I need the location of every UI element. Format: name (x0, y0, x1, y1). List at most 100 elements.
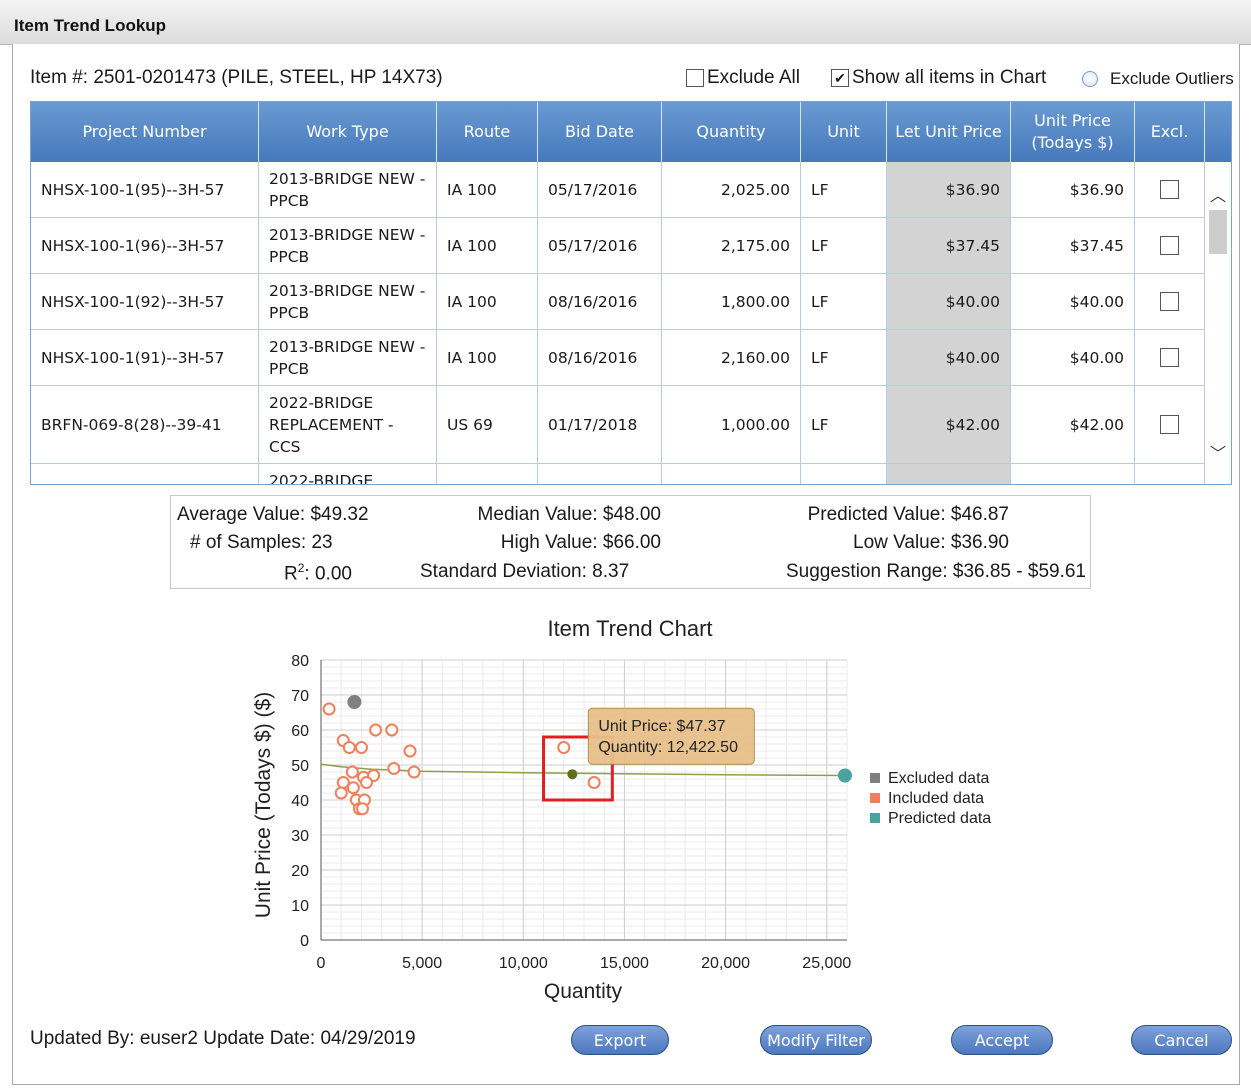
table-row[interactable]: NHSX-100-1(95)--3H-57 2013-BRIDGE NEW - … (31, 162, 1205, 218)
data-point-predicted (837, 768, 852, 783)
excl-checkbox[interactable] (1160, 180, 1179, 199)
y-tick-label: 80 (291, 653, 309, 670)
chart-title: Item Trend Chart (547, 616, 712, 641)
grid-header: Project Number Work Type Route Bid Date … (31, 102, 1231, 162)
stat-range: Suggestion Range: $36.85 - $59.61 (785, 561, 1086, 582)
excl-checkbox[interactable] (1160, 292, 1179, 311)
cell-route: IA 100 (437, 330, 538, 385)
cell-excl (1135, 162, 1205, 217)
cell-excl (1135, 386, 1205, 463)
table-row-partial[interactable]: 2022-BRIDGE (31, 464, 1205, 484)
data-point-included (345, 765, 359, 779)
cell-let-price: $36.90 (887, 162, 1011, 217)
col-route[interactable]: Route (437, 102, 538, 162)
data-point-included (342, 741, 356, 754)
stat-high: High Value: $66.00 (500, 532, 661, 553)
table-row[interactable]: NHSX-100-1(92)--3H-57 2013-BRIDGE NEW - … (31, 274, 1205, 330)
col-excl[interactable]: Excl. (1135, 102, 1205, 162)
col-unit[interactable]: Unit (801, 102, 887, 162)
stat-samples: # of Samples: 23 (190, 532, 333, 553)
col-bid-date[interactable]: Bid Date (538, 102, 662, 162)
data-point-included (407, 765, 421, 779)
cell-unit-price: $42.00 (1011, 386, 1135, 463)
col-project-number[interactable]: Project Number (31, 102, 259, 162)
window-title: Item Trend Lookup (14, 16, 167, 35)
exclude-all-checkbox[interactable]: Exclude All (686, 67, 800, 89)
cell-quantity: 1,800.00 (662, 274, 801, 329)
cell-project: NHSX-100-1(92)--3H-57 (31, 274, 259, 329)
cell-route (437, 464, 538, 484)
cell-bid-date: 08/16/2016 (538, 274, 662, 329)
table-row[interactable]: BRFN-069-8(28)--39-41 2022-BRIDGE REPLAC… (31, 386, 1205, 464)
exclude-outliers-label: Exclude Outliers (1110, 69, 1234, 88)
export-button[interactable]: Export (571, 1025, 669, 1055)
data-point-included (355, 802, 369, 816)
data-point-included (403, 744, 417, 758)
r2-label: R (284, 563, 298, 585)
col-work-type[interactable]: Work Type (259, 102, 437, 162)
x-tick-label: 20,000 (701, 955, 750, 972)
r2-value: : 0.00 (304, 563, 352, 585)
cell-work-type: 2022-BRIDGE (259, 464, 437, 484)
cell-unit-price: $36.90 (1011, 162, 1135, 217)
cell-excl (1135, 330, 1205, 385)
cancel-button[interactable]: Cancel (1131, 1025, 1232, 1055)
cell-bid-date: 05/17/2016 (538, 218, 662, 273)
excl-checkbox[interactable] (1160, 415, 1179, 434)
cell-excl (1135, 274, 1205, 329)
stat-r2: R2: 0.00 (284, 561, 352, 585)
cell-unit: LF (801, 218, 887, 273)
col-unit-price-todays[interactable]: Unit Price (Todays $) (1011, 102, 1135, 162)
scroll-thumb[interactable] (1209, 210, 1227, 254)
cell-work-type: 2013-BRIDGE NEW - PPCB (259, 218, 437, 273)
scroll-down-icon[interactable]: ﹀ (1205, 440, 1231, 463)
updated-by-text: Updated By: euser2 Update Date: 04/29/20… (30, 1028, 416, 1049)
cell-work-type: 2013-BRIDGE NEW - PPCB (259, 274, 437, 329)
cell-bid-date: 01/17/2018 (538, 386, 662, 463)
excl-checkbox[interactable] (1160, 236, 1179, 255)
x-axis-title: Quantity (544, 980, 623, 1003)
tooltip-line2: Quantity: 12,422.50 (598, 739, 738, 756)
stat-predicted: Predicted Value: $46.87 (807, 504, 1009, 525)
exclude-outliers-radio-button[interactable] (1082, 71, 1098, 87)
cell-unit-price: $40.00 (1011, 330, 1135, 385)
col-quantity[interactable]: Quantity (662, 102, 801, 162)
window-titlebar: Item Trend Lookup (0, 0, 1251, 45)
excl-checkbox[interactable] (1160, 348, 1179, 367)
exclude-outliers-radio[interactable]: Exclude Outliers (1082, 69, 1234, 89)
y-axis-title: Unit Price (Todays $) ($) (252, 692, 275, 918)
data-point-excluded (347, 695, 362, 709)
cell-route: US 69 (437, 386, 538, 463)
modify-filter-button[interactable]: Modify Filter (760, 1025, 872, 1055)
y-tick-label: 10 (291, 898, 309, 915)
y-tick-label: 20 (291, 863, 309, 880)
show-all-checkbox[interactable]: ✔ Show all items in Chart (831, 67, 1046, 89)
cell-excl (1135, 218, 1205, 273)
y-tick-label: 30 (291, 828, 309, 845)
cell-project: NHSX-100-1(95)--3H-57 (31, 162, 259, 217)
cell-unit: LF (801, 386, 887, 463)
cell-let-price: $42.00 (887, 386, 1011, 463)
grid-scrollbar[interactable]: ︿ ﹀ (1205, 162, 1231, 484)
col-spacer (1205, 102, 1231, 162)
table-row[interactable]: NHSX-100-1(91)--3H-57 2013-BRIDGE NEW - … (31, 330, 1205, 386)
col-let-unit-price[interactable]: Let Unit Price (887, 102, 1011, 162)
data-point-included (322, 702, 336, 716)
legend-swatch (870, 813, 880, 823)
cell-bid-date: 05/17/2016 (538, 162, 662, 217)
show-all-box[interactable]: ✔ (831, 69, 849, 87)
accept-button[interactable]: Accept (951, 1025, 1053, 1055)
data-point-included (369, 723, 383, 737)
cell-project (31, 464, 259, 484)
scroll-up-icon[interactable]: ︿ (1205, 182, 1231, 205)
cell-work-type: 2022-BRIDGE REPLACEMENT - CCS (259, 386, 437, 463)
y-tick-label: 0 (300, 933, 309, 950)
legend-swatch (870, 773, 880, 783)
cell-let-price: $40.00 (887, 274, 1011, 329)
exclude-all-box[interactable] (686, 69, 704, 87)
cell-excl (1135, 464, 1205, 484)
table-row[interactable]: NHSX-100-1(96)--3H-57 2013-BRIDGE NEW - … (31, 218, 1205, 274)
cell-project: NHSX-100-1(96)--3H-57 (31, 218, 259, 273)
cell-unit: LF (801, 162, 887, 217)
cell-quantity: 2,160.00 (662, 330, 801, 385)
